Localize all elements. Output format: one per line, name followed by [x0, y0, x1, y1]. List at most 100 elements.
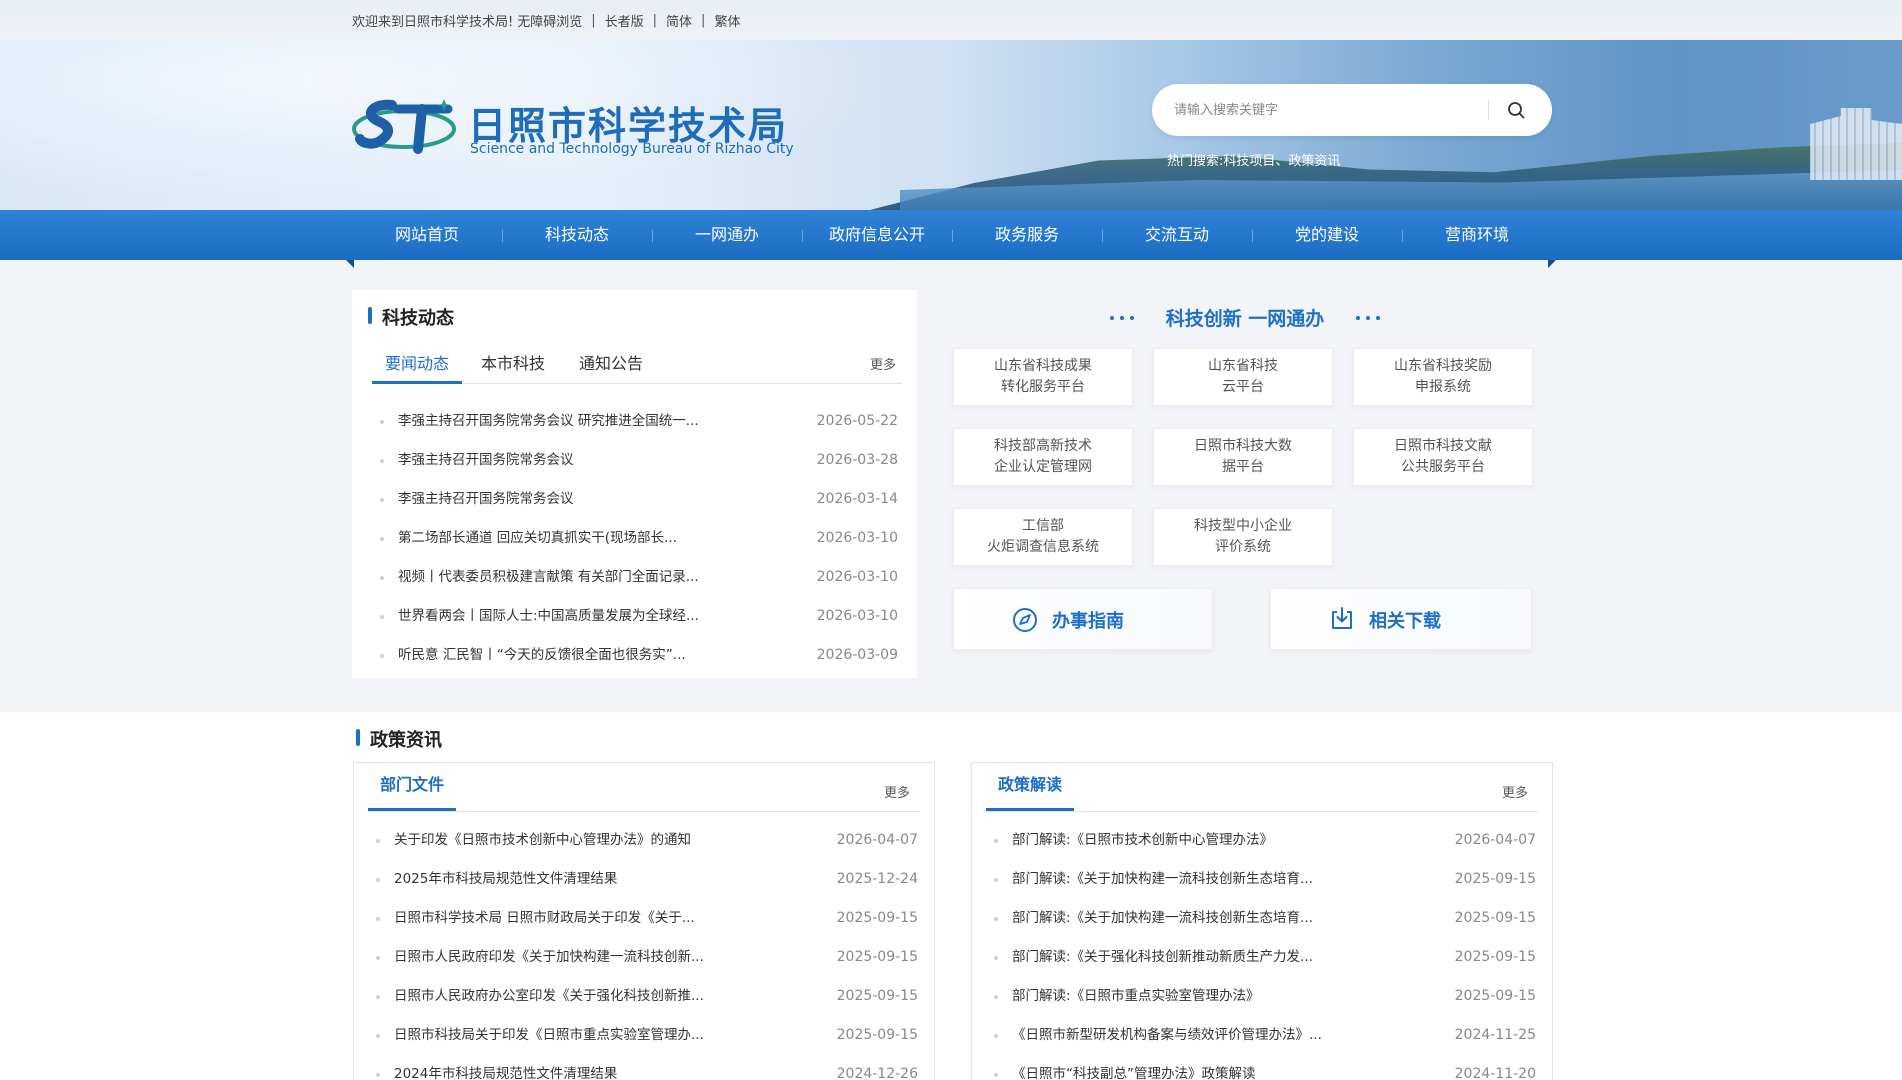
top-utility-bar: 欢迎来到日照市科学技术局! 无障碍浏览 | 长者版 | 简体 | 繁体: [0, 0, 1902, 40]
search-input[interactable]: [1174, 96, 1474, 124]
news-more-link[interactable]: 更多: [870, 354, 896, 373]
guide-button[interactable]: 办事指南: [953, 588, 1213, 650]
service-sd-achievement[interactable]: 山东省科技成果 转化服务平台: [953, 348, 1133, 406]
doc-item-title[interactable]: 日照市科学技术局 日照市财政局关于印发《关于...: [394, 899, 695, 938]
list-item: 部门解读:《日照市技术创新中心管理办法》 2026-04-07: [992, 821, 1536, 860]
tab-dept-docs[interactable]: 部门文件: [368, 773, 457, 811]
search-icon[interactable]: [1506, 100, 1526, 120]
tab-headlines[interactable]: 要闻动态: [372, 350, 462, 384]
nav-one-stop[interactable]: 一网通办: [652, 210, 802, 260]
header-banner: [0, 40, 1902, 210]
news-item-date: 2026-03-10: [816, 530, 898, 546]
dept-docs-more-link[interactable]: 更多: [884, 782, 910, 801]
interpret-item-date: 2025-09-15: [1454, 988, 1536, 1004]
nav-party[interactable]: 党的建设: [1252, 210, 1402, 260]
list-item: 日照市人民政府印发《关于加快构建一流科技创新... 2025-09-15: [374, 938, 918, 977]
download-label: 相关下载: [1369, 611, 1441, 632]
tech-news-panel: 科技动态 要闻动态 本市科技 通知公告 更多 李强主持召开国务院常务会议 研究推…: [352, 290, 917, 678]
doc-item-title[interactable]: 日照市科技局关于印发《日照市重点实验室管理办...: [394, 1016, 704, 1055]
service-sd-cloud[interactable]: 山东省科技 云平台: [1153, 348, 1333, 406]
news-item-title[interactable]: 听民意 汇民智丨“今天的反馈很全面也很务实”...: [398, 636, 686, 675]
list-item: 听民意 汇民智丨“今天的反馈很全面也很务实”... 2026-03-09: [378, 636, 898, 675]
divider: [986, 811, 1538, 812]
list-item: 2024年市科技局规范性文件清理结果 2024-12-26: [374, 1055, 918, 1080]
news-item-title[interactable]: 李强主持召开国务院常务会议: [398, 480, 574, 519]
interpret-list: 部门解读:《日照市技术创新中心管理办法》 2026-04-07 部门解读:《关于加…: [992, 821, 1536, 1080]
news-item-date: 2026-03-14: [816, 491, 898, 507]
interpret-item-title[interactable]: 部门解读:《日照市重点实验室管理办法》: [1012, 977, 1260, 1016]
tab-local-tech[interactable]: 本市科技: [468, 350, 558, 384]
list-item: 《日照市“科技副总”管理办法》政策解读 2024-11-20: [992, 1055, 1536, 1080]
list-item: 部门解读:《关于强化科技创新推动新质生产力发... 2025-09-15: [992, 938, 1536, 977]
site-logo[interactable]: 日照市科学技术局 Science and Technology Bureau o…: [352, 95, 812, 165]
list-item: 李强主持召开国务院常务会议 研究推进全国统一... 2026-05-22: [378, 402, 898, 441]
elder-version-link[interactable]: 长者版: [605, 11, 644, 30]
service-sd-award[interactable]: 山东省科技奖励 申报系统: [1353, 348, 1533, 406]
list-item: 2025年市科技局规范性文件清理结果 2025-12-24: [374, 860, 918, 899]
st-logo-icon: [352, 99, 456, 154]
list-item: 日照市人民政府办公室印发《关于强化科技创新推... 2025-09-15: [374, 977, 918, 1016]
guide-label: 办事指南: [1052, 611, 1124, 632]
news-list: 李强主持召开国务院常务会议 研究推进全国统一... 2026-05-22 李强主持…: [378, 402, 898, 675]
service-hightech-cert[interactable]: 科技部高新技术 企业认定管理网: [953, 428, 1133, 486]
news-item-title[interactable]: 世界看两会丨国际人士:中国高质量发展为全球经...: [398, 597, 699, 636]
nav-gov-service[interactable]: 政务服务: [952, 210, 1102, 260]
news-item-title[interactable]: 李强主持召开国务院常务会议 研究推进全国统一...: [398, 402, 699, 441]
interpret-item-title[interactable]: 部门解读:《关于加快构建一流科技创新生态培育...: [1012, 860, 1313, 899]
interpret-item-date: 2025-09-15: [1454, 949, 1536, 965]
doc-item-title[interactable]: 日照市人民政府印发《关于加快构建一流科技创新...: [394, 938, 704, 977]
list-item: 部门解读:《关于加快构建一流科技创新生态培育... 2025-09-15: [992, 860, 1536, 899]
tab-notices[interactable]: 通知公告: [566, 350, 656, 384]
doc-item-title[interactable]: 关于印发《日照市技术创新中心管理办法》的通知: [394, 821, 691, 860]
interpret-item-title[interactable]: 部门解读:《关于加快构建一流科技创新生态培育...: [1012, 899, 1313, 938]
traditional-link[interactable]: 繁体: [714, 11, 740, 30]
news-item-title[interactable]: 第二场部长通道 回应关切真抓实干(现场部长...: [398, 519, 677, 558]
download-button[interactable]: 相关下载: [1270, 588, 1532, 650]
news-item-date: 2026-03-10: [816, 608, 898, 624]
list-item: 李强主持召开国务院常务会议 2026-03-28: [378, 441, 898, 480]
doc-item-title[interactable]: 2025年市科技局规范性文件清理结果: [394, 860, 617, 899]
doc-item-date: 2025-09-15: [836, 949, 918, 965]
doc-item-date: 2025-09-15: [836, 910, 918, 926]
nav-tech-news[interactable]: 科技动态: [502, 210, 652, 260]
policy-section: [0, 712, 1902, 1080]
services-heading: 科技创新 一网通办: [1110, 304, 1380, 334]
download-icon: [1332, 607, 1352, 629]
doc-item-date: 2025-09-15: [836, 988, 918, 1004]
interpret-item-title[interactable]: 部门解读:《日照市技术创新中心管理办法》: [1012, 821, 1273, 860]
interpret-item-date: 2025-09-15: [1454, 910, 1536, 926]
interpret-item-title[interactable]: 《日照市“科技副总”管理办法》政策解读: [1012, 1055, 1256, 1080]
simplified-link[interactable]: 简体: [666, 11, 692, 30]
hot-search[interactable]: 热门搜索:科技项目、政策资讯: [1167, 150, 1340, 169]
doc-item-title[interactable]: 2024年市科技局规范性文件清理结果: [394, 1055, 617, 1080]
doc-item-date: 2025-12-24: [836, 871, 918, 887]
separator: |: [701, 12, 706, 28]
services-title: 科技创新 一网通办: [1165, 308, 1325, 330]
compass-icon: [1013, 608, 1037, 632]
nav-interaction[interactable]: 交流互动: [1102, 210, 1252, 260]
nav-business[interactable]: 营商环境: [1402, 210, 1552, 260]
news-tabs: 要闻动态 本市科技 通知公告 更多: [372, 350, 902, 384]
service-rz-literature[interactable]: 日照市科技文献 公共服务平台: [1353, 428, 1533, 486]
service-rz-bigdata[interactable]: 日照市科技大数 据平台: [1153, 428, 1333, 486]
nav-corner-right: [1548, 260, 1556, 268]
nav-home[interactable]: 网站首页: [352, 210, 502, 260]
interpret-more-link[interactable]: 更多: [1502, 782, 1528, 801]
news-item-title[interactable]: 李强主持召开国务院常务会议: [398, 441, 574, 480]
separator: |: [591, 12, 596, 28]
service-torch-survey[interactable]: 工信部 火炬调查信息系统: [953, 508, 1133, 566]
interpret-item-date: 2025-09-15: [1454, 871, 1536, 887]
interpret-item-title[interactable]: 部门解读:《关于强化科技创新推动新质生产力发...: [1012, 938, 1313, 977]
service-sme-eval[interactable]: 科技型中小企业 评价系统: [1153, 508, 1333, 566]
news-item-title[interactable]: 视频丨代表委员积极建言献策 有关部门全面记录...: [398, 558, 699, 597]
nav-corner-left: [346, 260, 354, 268]
interpret-item-title[interactable]: 《日照市新型研发机构备案与绩效评价管理办法》...: [1012, 1016, 1322, 1055]
news-section-title: 科技动态: [368, 304, 454, 330]
list-item: 《日照市新型研发机构备案与绩效评价管理办法》... 2024-11-25: [992, 1016, 1536, 1055]
nav-gov-info[interactable]: 政府信息公开: [802, 210, 952, 260]
doc-item-title[interactable]: 日照市人民政府办公室印发《关于强化科技创新推...: [394, 977, 704, 1016]
dept-docs-panel: 部门文件 更多 关于印发《日照市技术创新中心管理办法》的通知 2026-04-07…: [353, 762, 935, 1080]
dots-decoration: [1356, 314, 1386, 322]
accessible-link[interactable]: 无障碍浏览: [517, 11, 582, 30]
tab-policy-interpret[interactable]: 政策解读: [986, 773, 1075, 811]
